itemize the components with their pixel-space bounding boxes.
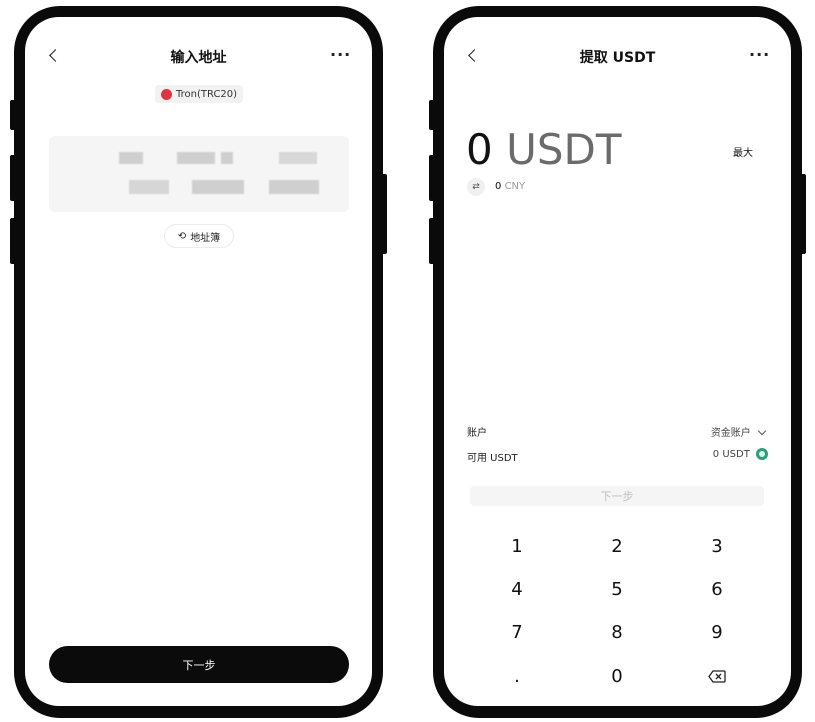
tron-icon (161, 88, 172, 100)
key-6[interactable]: 6 (687, 574, 747, 604)
cny-equivalent: 0 CNY (495, 181, 525, 192)
usdt-icon (756, 448, 768, 460)
right-phone-side-button (429, 100, 435, 130)
right-phone-power-button (800, 174, 806, 254)
cny-value: 0 (495, 181, 502, 192)
right-screen: 提取 USDT ··· 0 USDT 最大 ⇄ 0 CNY 账户 资金账户 可用… (444, 17, 791, 706)
key-9[interactable]: 9 (687, 617, 747, 647)
next-button-disabled[interactable]: 下一步 (470, 486, 764, 506)
backspace-key[interactable] (687, 661, 747, 691)
left-phone-side-button (10, 100, 16, 130)
account-value: 资金账户 (710, 428, 751, 439)
more-icon[interactable]: ··· (749, 47, 770, 63)
available-value: 0 USDT (712, 449, 750, 460)
address-blur (279, 152, 317, 164)
right-phone-side-button (429, 218, 435, 264)
address-input[interactable] (49, 136, 349, 212)
left-screen: 输入地址 ··· Tron(TRC20) ⟲ 地址簿 下一步 (25, 17, 372, 706)
left-phone-power-button (381, 174, 387, 254)
address-book-button[interactable]: ⟲ 地址簿 (165, 225, 233, 247)
key-1[interactable]: 1 (487, 531, 547, 561)
account-selector[interactable]: 资金账户 (710, 424, 767, 439)
key-0[interactable]: 0 (587, 661, 647, 691)
key-3[interactable]: 3 (687, 531, 747, 561)
address-blur (129, 180, 169, 194)
chevron-down-icon (757, 426, 767, 436)
available-label: 可用 USDT (467, 453, 518, 464)
key-7[interactable]: 7 (487, 617, 547, 647)
amount-display[interactable]: 0 USDT (466, 128, 622, 172)
more-icon[interactable]: ··· (330, 47, 351, 63)
key-2[interactable]: 2 (587, 531, 647, 561)
address-blur (119, 152, 143, 164)
address-blur (177, 152, 215, 164)
left-phone-side-button (10, 155, 16, 201)
network-chip[interactable]: Tron(TRC20) (155, 85, 244, 103)
address-blur (221, 152, 233, 164)
max-button[interactable]: 最大 (733, 144, 753, 159)
cny-unit: CNY (504, 181, 526, 192)
next-button[interactable]: 下一步 (49, 646, 349, 683)
page-title: 提取 USDT (579, 50, 656, 66)
key-4[interactable]: 4 (487, 574, 547, 604)
page-title: 输入地址 (170, 50, 227, 66)
refresh-icon: ⟲ (177, 230, 187, 242)
address-blur (192, 180, 244, 194)
swap-icon[interactable]: ⇄ (467, 178, 485, 196)
backspace-icon (708, 669, 726, 683)
left-phone-side-button (10, 218, 16, 264)
address-blur (269, 180, 319, 194)
key-decimal[interactable]: . (487, 661, 547, 691)
right-phone-side-button (429, 155, 435, 201)
key-8[interactable]: 8 (587, 617, 647, 647)
amount-unit: USDT (506, 125, 622, 174)
amount-value: 0 (466, 125, 493, 174)
network-chip-label: Tron(TRC20) (176, 88, 238, 100)
address-book-label: 地址簿 (190, 232, 221, 244)
available-balance: 0 USDT (713, 448, 768, 460)
account-label: 账户 (467, 428, 487, 439)
key-5[interactable]: 5 (587, 574, 647, 604)
